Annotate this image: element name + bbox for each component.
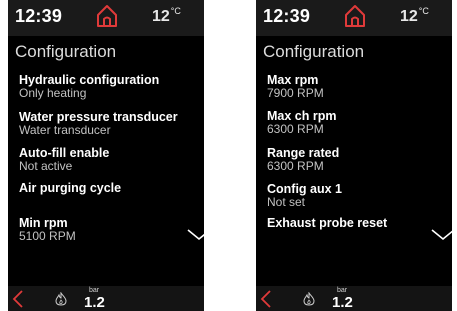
pressure-unit: bar: [337, 287, 348, 294]
menu-item-max-rpm[interactable]: Max rpm 7900 RPM: [267, 73, 324, 100]
pressure-unit: bar: [89, 287, 100, 294]
menu-item-exhaust-probe-reset[interactable]: Exhaust probe reset: [267, 216, 387, 230]
chevron-down-icon[interactable]: [430, 227, 452, 243]
flame-icon: [303, 292, 315, 306]
flame-icon: [55, 292, 67, 306]
clock: 12:39: [263, 6, 311, 26]
pressure-value: 1.2: [84, 294, 105, 311]
back-icon[interactable]: [11, 289, 25, 309]
outdoor-temperature: 12°C: [152, 6, 181, 25]
menu-item-range-rated[interactable]: Range rated 6300 RPM: [267, 146, 339, 173]
menu-item-air-purging-cycle[interactable]: Air purging cycle: [19, 181, 121, 195]
home-icon[interactable]: [344, 4, 366, 28]
menu-item-water-pressure-transducer[interactable]: Water pressure transducer Water transduc…: [19, 110, 178, 137]
back-icon[interactable]: [259, 289, 273, 309]
bottom-bar: bar 1.2: [256, 286, 452, 311]
device-screen-right: 12:39 12°C Configuration Max rpm 7900 RP…: [256, 0, 452, 311]
page-title: Configuration: [15, 42, 117, 61]
clock: 12:39: [15, 6, 63, 26]
device-screen-left: 12:39 12°C Configuration Hydraulic confi…: [8, 0, 204, 311]
menu-item-max-ch-rpm[interactable]: Max ch rpm 6300 RPM: [267, 109, 336, 136]
status-bar: 12:39 12°C: [256, 0, 452, 36]
menu-item-hydraulic-configuration[interactable]: Hydraulic configuration Only heating: [19, 73, 159, 100]
status-bar: 12:39 12°C: [8, 0, 204, 36]
page-title: Configuration: [263, 42, 365, 61]
chevron-down-icon[interactable]: [186, 227, 204, 243]
menu-item-auto-fill-enable[interactable]: Auto-fill enable Not active: [19, 146, 109, 173]
menu-item-min-rpm[interactable]: Min rpm 5100 RPM: [19, 216, 76, 243]
outdoor-temperature: 12°C: [400, 6, 429, 25]
home-icon[interactable]: [96, 4, 118, 28]
pressure-value: 1.2: [332, 294, 353, 311]
bottom-bar: bar 1.2: [8, 286, 204, 311]
menu-item-config-aux-1[interactable]: Config aux 1 Not set: [267, 182, 342, 209]
